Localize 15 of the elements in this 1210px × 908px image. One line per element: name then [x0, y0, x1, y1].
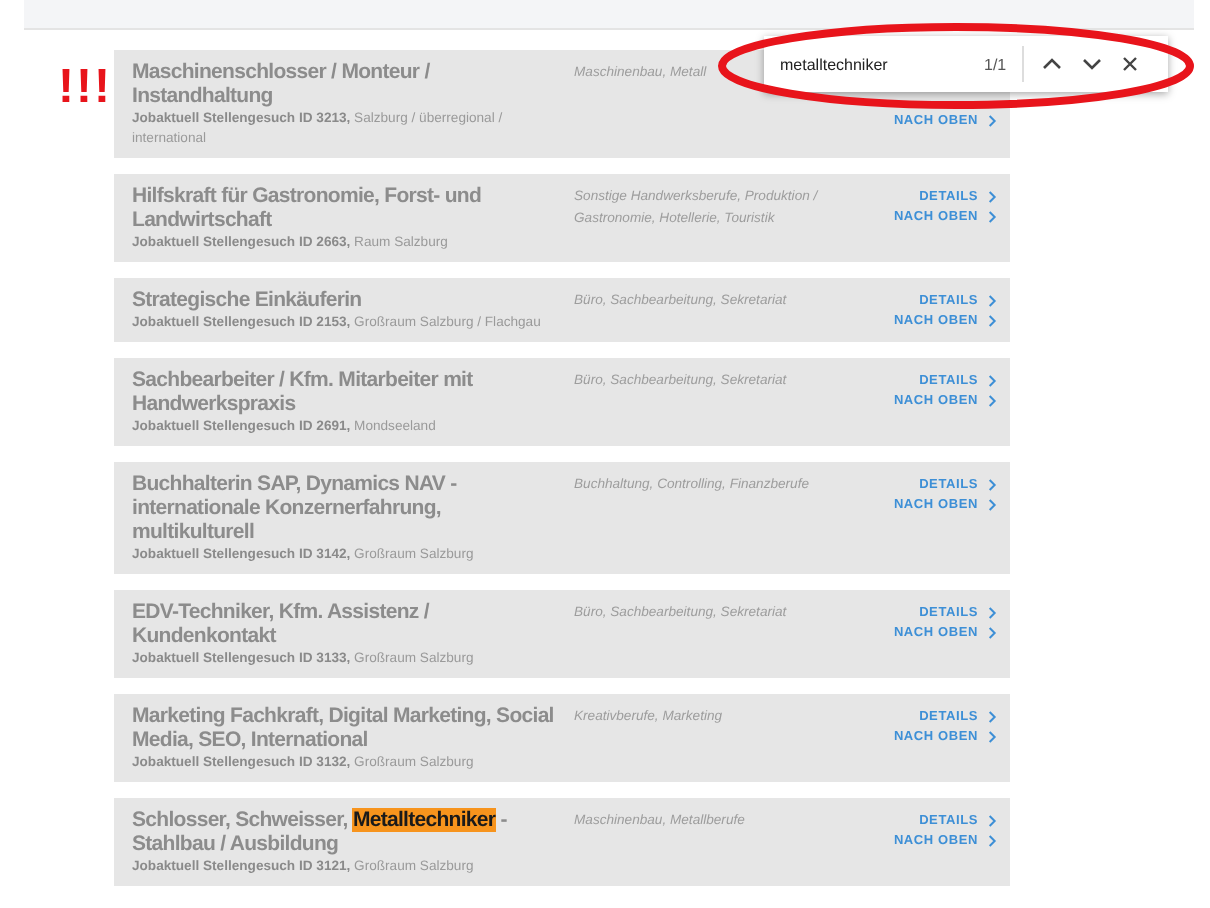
job-title[interactable]: Hilfskraft für Gastronomie, Forst- und Landwirtschaft [132, 184, 568, 232]
chevron-up-icon[interactable] [1042, 58, 1063, 70]
job-title[interactable]: Schlosser, Schweisser, Metalltechniker - Stahlbau / Ausbildung [132, 808, 568, 856]
find-input[interactable]: metalltechniker [780, 55, 972, 73]
job-title[interactable]: Sachbearbeiter / Kfm. Mitarbeiter mit Handwerkspraxis [132, 368, 568, 416]
close-icon[interactable] [1122, 56, 1139, 72]
job-title[interactable]: Strategische Einkäuferin [132, 288, 568, 312]
chevron-right-icon [988, 114, 998, 128]
job-title[interactable]: Maschinenschlosser / Monteur / Instandhaltung [132, 60, 568, 108]
match-count: 1/1 [984, 55, 1007, 73]
chevron-down-icon[interactable] [1082, 58, 1103, 70]
job-title[interactable]: Buchhalterin SAP, Dynamics NAV - internationale Konzernerfahrung, multikulturell [132, 472, 568, 544]
exclamation-marks: !!! [58, 60, 112, 116]
job-title[interactable]: EDV-Techniker, Kfm. Assistenz / Kundenkontakt [132, 600, 568, 648]
job-title[interactable]: Marketing Fachkraft, Digital Marketing, Social Media, SEO, International [132, 704, 568, 752]
